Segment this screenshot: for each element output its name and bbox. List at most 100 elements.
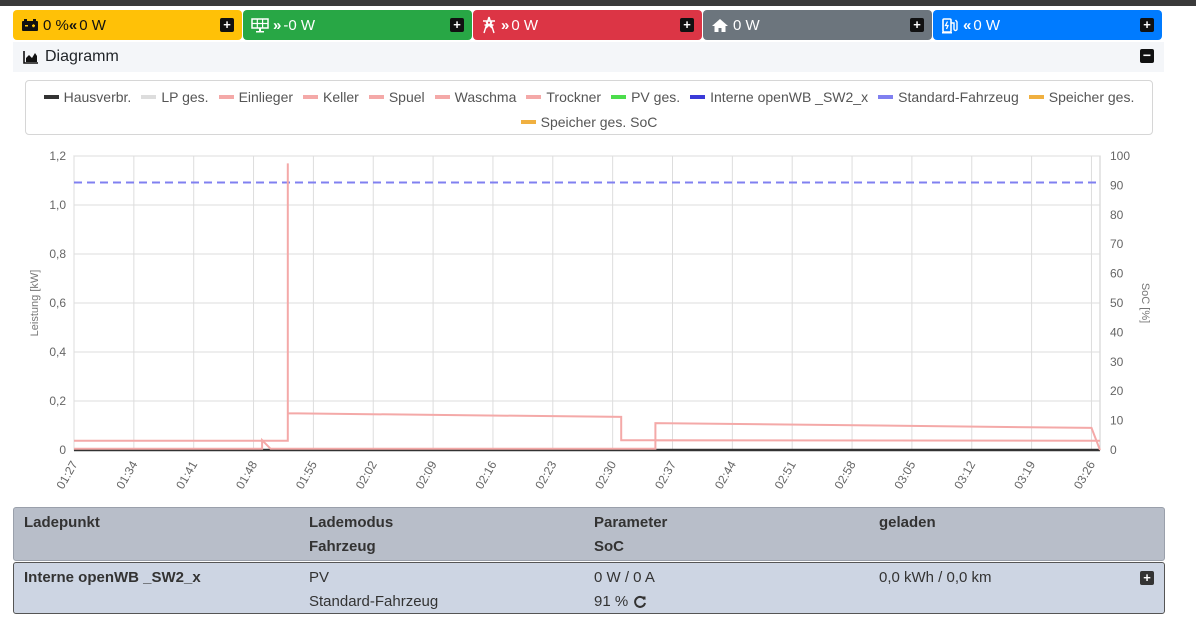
header-ladepunkt: Ladepunkt	[24, 514, 100, 531]
legend-swatch	[43, 95, 59, 99]
legend-swatch	[434, 95, 450, 99]
legend-swatch	[690, 95, 706, 99]
y2-tick-label: 50	[1110, 296, 1124, 310]
legend-swatch	[611, 95, 627, 99]
pv-power: -0 W	[283, 16, 316, 34]
x-tick-label: 03:26	[1071, 458, 1098, 491]
expand-charging-button[interactable]: +	[1140, 18, 1154, 32]
charge-parameter: 0 W / 0 A	[594, 569, 655, 586]
header-geladen: geladen	[879, 514, 936, 531]
charge-mode[interactable]: PV	[309, 569, 329, 586]
legend-item[interactable]: Trockner	[526, 89, 601, 105]
series-line-einlieger	[74, 163, 1101, 451]
legend-row: Hausverbr. LP ges. Einlieger Keller Spuel Was…	[26, 89, 1152, 105]
y2-tick-label: 20	[1110, 384, 1124, 398]
legend-item[interactable]: Keller	[303, 89, 359, 105]
legend-swatch	[218, 95, 234, 99]
solar-panel-icon	[251, 17, 269, 33]
chart-area-icon	[23, 50, 39, 64]
x-tick-label: 02:23	[532, 458, 559, 491]
legend-swatch	[520, 120, 536, 124]
x-tick-label: 02:51	[772, 458, 799, 491]
y2-tick-label: 100	[1110, 149, 1130, 163]
legend-swatch	[141, 95, 157, 99]
x-tick-label: 03:05	[891, 458, 918, 491]
header-fahrzeug: Fahrzeug	[309, 538, 376, 555]
legend-label: LP ges.	[161, 89, 209, 105]
charging-tile[interactable]: « 0 W +	[933, 10, 1162, 40]
legend-label: Interne openWB _SW2_x	[710, 89, 869, 105]
chargepoint-name: Interne openWB _SW2_x	[24, 569, 201, 586]
legend-item[interactable]: Einlieger	[218, 89, 293, 105]
legend-label: Trockner	[546, 89, 602, 105]
pv-tile[interactable]: » -0 W +	[243, 10, 472, 40]
diagram-title: Diagramm	[45, 48, 119, 65]
power-chart: 0 0,2 0,4 0,6 0,8 1,0 1,2 0 10 20 30 40 50 60 70 80 90 10…	[14, 140, 1164, 506]
y2-tick-label: 0	[1110, 443, 1117, 457]
expand-pv-button[interactable]: +	[450, 18, 464, 32]
refresh-icon[interactable]	[633, 595, 647, 609]
chart-legend: Hausverbr. LP ges. Einlieger Keller Spuel Was…	[25, 80, 1153, 135]
x-tick-label: 01:34	[113, 458, 140, 491]
house-power: 0 W	[733, 16, 760, 34]
legend-label: PV ges.	[631, 89, 681, 105]
chart-svg: 0 0,2 0,4 0,6 0,8 1,0 1,2 0 10 20 30 40 50 60 70 80 90 10…	[29, 149, 1151, 492]
y-tick-label: 0,6	[49, 296, 66, 310]
legend-item[interactable]: Speicher ges. SoC	[520, 114, 657, 130]
legend-item[interactable]: Waschma	[434, 89, 517, 105]
x-tick-label: 02:09	[413, 458, 440, 491]
chargepoint-table-header: Ladepunkt Lademodus Fahrzeug Parameter S…	[13, 507, 1165, 561]
vehicle-name[interactable]: Standard-Fahrzeug	[309, 593, 438, 610]
legend-item[interactable]: LP ges.	[141, 89, 209, 105]
grid-tile[interactable]: » 0 W +	[473, 10, 702, 40]
y-axis-label: Leistung [kW]	[29, 270, 41, 337]
legend-item[interactable]: Hausverbr.	[43, 89, 131, 105]
legend-swatch	[526, 95, 542, 99]
house-tile[interactable]: 0 W +	[703, 10, 932, 40]
battery-power: 0 W	[79, 16, 106, 34]
y2-axis-label: SoC [%]	[1139, 283, 1151, 323]
charging-power: 0 W	[973, 16, 1001, 34]
header-lademodus: Lademodus	[309, 514, 394, 531]
legend-label: Waschma	[454, 89, 517, 105]
grid-direction-icon: »	[501, 16, 509, 34]
expand-grid-button[interactable]: +	[680, 18, 694, 32]
x-tick-label: 02:58	[832, 458, 859, 491]
y-tick-label: 1,0	[49, 198, 66, 212]
legend-item[interactable]: PV ges.	[611, 89, 680, 105]
battery-soc: 0 %	[43, 16, 69, 34]
header-parameter: Parameter	[594, 514, 668, 531]
legend-item[interactable]: Speicher ges.	[1028, 89, 1134, 105]
expand-battery-button[interactable]: +	[220, 18, 234, 32]
charged-amount: 0,0 kWh / 0,0 km	[879, 569, 992, 586]
x-tick-label: 01:27	[53, 458, 80, 491]
house-icon	[711, 18, 729, 33]
legend-item[interactable]: Standard-Fahrzeug	[878, 89, 1019, 105]
battery-tile[interactable]: 0 % « 0 W +	[13, 10, 242, 40]
legend-label: Keller	[323, 89, 359, 105]
y-tick-label: 0,4	[49, 345, 66, 359]
y2-tick-label: 70	[1110, 237, 1124, 251]
collapse-diagram-button[interactable]: −	[1140, 48, 1154, 63]
legend-item[interactable]: Interne openWB _SW2_x	[690, 89, 868, 105]
legend-item[interactable]: Spuel	[368, 89, 425, 105]
pv-direction-icon: »	[273, 16, 281, 34]
chargepoint-row[interactable]: Interne openWB _SW2_x PV Standard-Fahrze…	[13, 562, 1165, 614]
y2-tick-label: 60	[1110, 267, 1124, 281]
y-tick-label: 0,8	[49, 247, 66, 261]
battery-direction-icon: «	[68, 16, 77, 34]
y2-tick-label: 80	[1110, 208, 1124, 222]
x-tick-label: 02:37	[652, 458, 679, 491]
legend-swatch	[303, 95, 319, 99]
diagram-header[interactable]: Diagramm −	[13, 42, 1164, 72]
top-bar	[0, 0, 1196, 6]
x-tick-label: 02:30	[592, 458, 619, 491]
expand-chargepoint-button[interactable]: +	[1140, 571, 1154, 585]
legend-swatch	[1028, 95, 1044, 99]
y2-tick-label: 30	[1110, 355, 1124, 369]
y-tick-label: 1,2	[49, 149, 66, 163]
expand-house-button[interactable]: +	[910, 18, 924, 32]
battery-icon	[21, 18, 39, 32]
y2-tick-label: 40	[1110, 325, 1124, 339]
x-tick-label: 02:16	[472, 458, 499, 491]
